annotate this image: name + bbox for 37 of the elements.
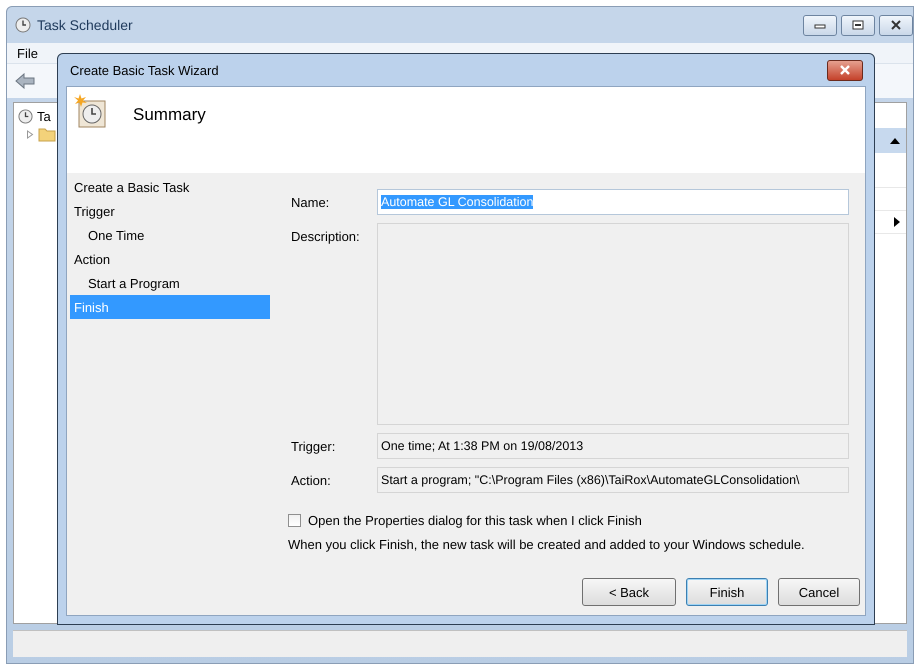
info-text: When you click Finish, the new task will be created and added to your Windows schedule. [288, 537, 806, 552]
wizard-step[interactable]: Start a Program [70, 271, 270, 295]
menu-item[interactable]: File [17, 46, 38, 60]
dialog-button[interactable]: < Back [582, 578, 676, 606]
clock-icon [18, 108, 33, 124]
clock-icon [15, 17, 31, 33]
collapse-icon[interactable] [890, 138, 900, 144]
text-field[interactable]: One time; At 1:38 PM on 19/08/2013 [377, 433, 849, 459]
page-heading: Summary [133, 105, 206, 125]
wizard-step[interactable]: Trigger [70, 199, 270, 223]
scheduled-task-icon [73, 93, 107, 129]
wizard-step[interactable]: Action [70, 247, 270, 271]
maximize-icon [852, 20, 864, 30]
wizard-step[interactable]: One Time [70, 223, 270, 247]
tree-item[interactable]: Ta [37, 108, 51, 124]
close-button[interactable] [827, 60, 863, 80]
checkbox[interactable] [288, 514, 301, 527]
maximize-button[interactable] [841, 14, 875, 36]
dialog-button[interactable]: Finish [686, 578, 768, 606]
window-title: Task Scheduler [37, 17, 133, 33]
minimize-button[interactable] [803, 14, 837, 36]
field-label: Action: [291, 472, 332, 488]
checkbox-label[interactable]: Open the Properties dialog for this task when I click Finish [308, 513, 642, 528]
close-icon [838, 65, 852, 75]
field-label: Name: [291, 194, 330, 210]
folder-icon [38, 126, 56, 142]
field-label: Description: [291, 228, 361, 244]
dialog-button[interactable]: Cancel [778, 578, 860, 606]
field-label: Trigger: [291, 438, 336, 454]
close-icon [890, 20, 902, 30]
text-field[interactable]: Start a program; "C:\Program Files (x86)\TaiRox\AutomateGLConsolidation\ [377, 467, 849, 493]
expand-icon[interactable] [26, 130, 34, 138]
dialog-title: Create Basic Task Wizard [69, 62, 219, 78]
submenu-arrow-icon[interactable] [894, 217, 900, 227]
wizard-step[interactable]: Create a Basic Task [70, 175, 270, 199]
back-icon[interactable] [15, 73, 35, 89]
close-button[interactable] [879, 14, 913, 36]
